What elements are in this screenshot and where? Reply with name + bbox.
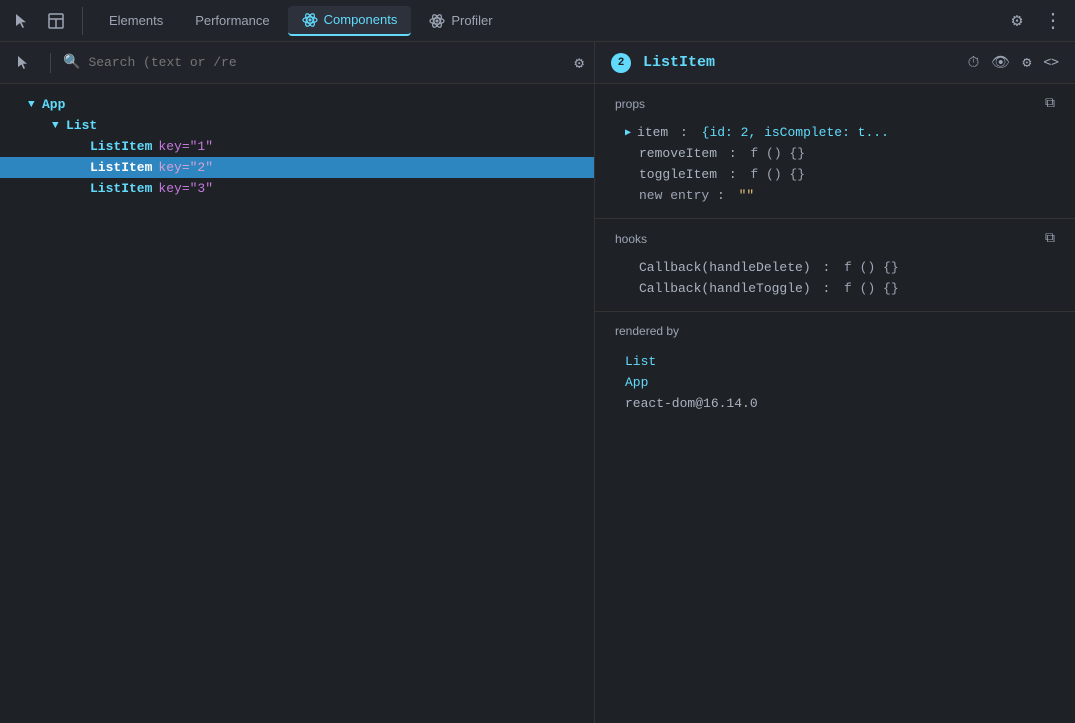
prop-row-toggleitem[interactable]: toggleItem : f () {} bbox=[615, 164, 1055, 185]
prop-key-toggleitem: toggleItem bbox=[639, 167, 717, 182]
rendered-by-list-link[interactable]: List bbox=[625, 354, 656, 369]
tab-bar: Elements Performance Components Profiler bbox=[0, 0, 1075, 42]
tree-item-list[interactable]: ▼ List bbox=[0, 115, 594, 136]
props-copy-icon[interactable]: ⧉ bbox=[1045, 96, 1055, 112]
props-section: props ⧉ ▶ item : {id: 2, isComplete: t..… bbox=[595, 84, 1075, 219]
selected-component-name: ListItem bbox=[643, 54, 956, 71]
prop-colon-item: : bbox=[672, 125, 695, 140]
hooks-section-header: hooks ⧉ bbox=[615, 231, 1055, 247]
hook-key-handletoggle: Callback(handleToggle) bbox=[639, 281, 811, 296]
rendered-by-app-item[interactable]: App bbox=[625, 372, 1045, 393]
tree-arrow-app: ▼ bbox=[28, 99, 38, 111]
tab-bar-right-icons: ⚙ ⋮ bbox=[1003, 7, 1067, 35]
component-name-listitem3: ListItem bbox=[90, 181, 152, 196]
main-content: 🔍 ⚙ ▼ App ▼ List ▶ ListItem key="1" bbox=[0, 42, 1075, 723]
left-toolbar: 🔍 ⚙ bbox=[0, 42, 594, 84]
right-header-icons: ⏱ 👁 ⚙ <> bbox=[968, 53, 1059, 72]
prop-row-removeitem[interactable]: removeItem : f () {} bbox=[615, 143, 1055, 164]
search-container: 🔍 bbox=[63, 54, 566, 71]
prop-colon-toggleitem: : bbox=[721, 167, 744, 182]
toolbar-divider bbox=[50, 53, 51, 73]
react-icon-components bbox=[302, 12, 318, 28]
key-attr-listitem1: key="1" bbox=[158, 139, 213, 154]
inspect-cursor-btn[interactable] bbox=[10, 49, 38, 77]
prop-key-item: item bbox=[637, 125, 668, 140]
prop-arrow-item: ▶ bbox=[625, 127, 631, 139]
rendered-by-app-link[interactable]: App bbox=[625, 375, 648, 390]
prop-value-newentry: "" bbox=[739, 188, 755, 203]
key-attr-listitem2: key="2" bbox=[158, 160, 213, 175]
component-name-listitem2: ListItem bbox=[90, 160, 152, 175]
tab-profiler[interactable]: Profiler bbox=[415, 7, 506, 35]
panel-icon-btn[interactable] bbox=[42, 7, 70, 35]
right-header: 2 ListItem ⏱ 👁 ⚙ <> bbox=[595, 42, 1075, 84]
hook-value-handletoggle: f () {} bbox=[844, 281, 899, 296]
prop-colon-newentry: : bbox=[709, 188, 732, 203]
search-settings-icon[interactable]: ⚙ bbox=[574, 53, 584, 73]
tree-item-listitem2[interactable]: ▶ ListItem key="2" bbox=[0, 157, 594, 178]
tab-elements[interactable]: Elements bbox=[95, 7, 177, 34]
prop-row-newentry[interactable]: new entry : "" bbox=[615, 185, 1055, 206]
gear-icon[interactable]: ⚙ bbox=[1022, 53, 1031, 72]
rendered-by-reactdom-item: react-dom@16.14.0 bbox=[625, 393, 1045, 414]
hooks-section: hooks ⧉ Callback(handleDelete) : f () {}… bbox=[595, 219, 1075, 312]
code-icon[interactable]: <> bbox=[1043, 55, 1059, 70]
component-name-app: App bbox=[42, 97, 65, 112]
stopwatch-icon[interactable]: ⏱ bbox=[968, 54, 980, 72]
component-tree: ▼ App ▼ List ▶ ListItem key="1" ▶ ListIt… bbox=[0, 84, 594, 723]
props-section-header: props ⧉ bbox=[615, 96, 1055, 112]
prop-value-item: {id: 2, isComplete: t... bbox=[702, 125, 889, 140]
prop-key-newentry: new entry bbox=[639, 188, 709, 203]
right-panel: 2 ListItem ⏱ 👁 ⚙ <> props ⧉ ▶ item bbox=[595, 42, 1075, 723]
hook-key-handledelete: Callback(handleDelete) bbox=[639, 260, 811, 275]
tree-item-listitem3[interactable]: ▶ ListItem key="3" bbox=[0, 178, 594, 199]
tree-item-listitem1[interactable]: ▶ ListItem key="1" bbox=[0, 136, 594, 157]
left-panel: 🔍 ⚙ ▼ App ▼ List ▶ ListItem key="1" bbox=[0, 42, 595, 723]
hook-row-handledelete[interactable]: Callback(handleDelete) : f () {} bbox=[615, 257, 1055, 278]
right-content: props ⧉ ▶ item : {id: 2, isComplete: t..… bbox=[595, 84, 1075, 723]
props-section-title: props bbox=[615, 97, 645, 111]
settings-icon-btn[interactable]: ⚙ bbox=[1003, 7, 1031, 35]
react-icon-profiler bbox=[429, 13, 445, 29]
search-icon: 🔍 bbox=[63, 54, 80, 71]
prop-key-removeitem: removeItem bbox=[639, 146, 717, 161]
prop-row-item[interactable]: ▶ item : {id: 2, isComplete: t... bbox=[615, 122, 1055, 143]
rendered-by-title: rendered by bbox=[615, 324, 1055, 338]
prop-value-removeitem: f () {} bbox=[750, 146, 805, 161]
prop-colon-removeitem: : bbox=[721, 146, 744, 161]
eye-icon[interactable]: 👁 bbox=[991, 53, 1010, 72]
tab-performance[interactable]: Performance bbox=[181, 7, 283, 34]
component-name-listitem1: ListItem bbox=[90, 139, 152, 154]
rendered-by-list: List App react-dom@16.14.0 bbox=[615, 348, 1055, 417]
hook-colon-handletoggle: : bbox=[815, 281, 838, 296]
rendered-by-section: rendered by List App react-dom@16.14.0 bbox=[595, 312, 1075, 429]
hook-row-handletoggle[interactable]: Callback(handleToggle) : f () {} bbox=[615, 278, 1055, 299]
tab-bar-left-icons bbox=[8, 7, 83, 35]
component-badge: 2 bbox=[611, 53, 631, 73]
tree-item-app[interactable]: ▼ App bbox=[0, 94, 594, 115]
more-icon-btn[interactable]: ⋮ bbox=[1039, 7, 1067, 35]
hook-value-handledelete: f () {} bbox=[844, 260, 899, 275]
search-input[interactable] bbox=[88, 55, 566, 70]
rendered-by-reactdom-text: react-dom@16.14.0 bbox=[625, 396, 758, 411]
cursor-icon-btn[interactable] bbox=[8, 7, 36, 35]
prop-value-toggleitem: f () {} bbox=[750, 167, 805, 182]
hook-colon-handledelete: : bbox=[815, 260, 838, 275]
tree-arrow-list: ▼ bbox=[52, 120, 62, 132]
rendered-by-list-item[interactable]: List bbox=[625, 351, 1045, 372]
component-name-list: List bbox=[66, 118, 97, 133]
hooks-copy-icon[interactable]: ⧉ bbox=[1045, 231, 1055, 247]
key-attr-listitem3: key="3" bbox=[158, 181, 213, 196]
hooks-section-title: hooks bbox=[615, 232, 647, 246]
tab-components[interactable]: Components bbox=[288, 6, 412, 36]
